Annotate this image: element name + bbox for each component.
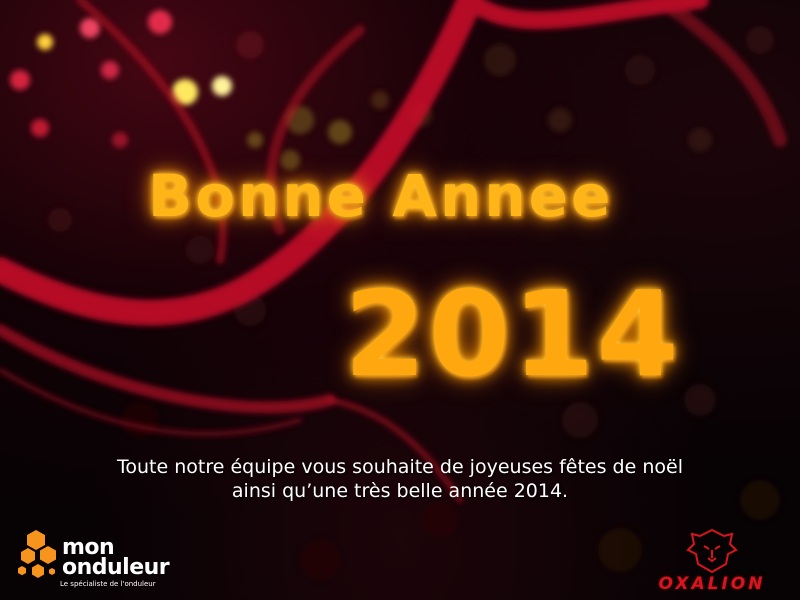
greeting-message-line-2: ainsi qu’une très belle année 2014. <box>231 480 569 502</box>
lion-head-icon <box>686 528 738 574</box>
greeting-year: 2014 <box>344 265 681 403</box>
oxalion-logo: OXALION <box>632 528 797 596</box>
hexagon-cluster-icon <box>18 530 56 578</box>
mon-onduleur-logo: mon onduleur Le spécialiste de l'onduleu… <box>14 526 244 592</box>
greeting-message: Toute notre équipe vous souhaite de joye… <box>0 455 800 503</box>
mon-onduleur-name-line-2: onduleur <box>62 555 170 580</box>
oxalion-name: OXALION <box>658 574 766 594</box>
mon-onduleur-name: mon onduleur <box>62 537 170 580</box>
greeting-title: Bonne Annee <box>148 162 614 230</box>
mon-onduleur-tagline: Le spécialiste de l'onduleur <box>60 580 156 588</box>
greeting-message-line-1: Toute notre équipe vous souhaite de joye… <box>117 456 683 478</box>
new-year-card: Bonne Annee 2014 Toute notre équipe vous… <box>0 0 800 600</box>
